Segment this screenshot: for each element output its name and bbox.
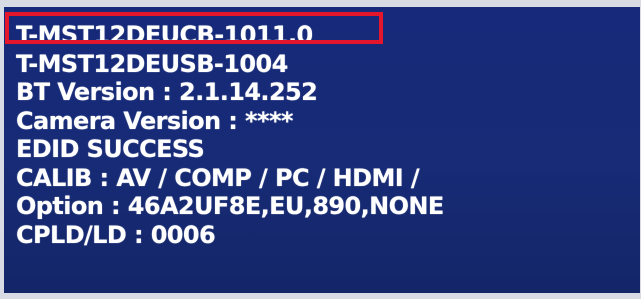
option-code: Option : 46A2UF8E,EU,890,NONE [16,192,444,220]
camera-version: Camera Version : **** [16,106,293,135]
highlight-box [5,12,383,44]
edid-status: EDID SUCCESS [16,135,205,163]
service-info-screen: T-MST12DEUCB-1011.0 T-MST12DEUSB-1004 BT… [4,7,640,293]
firmware-info-list: T-MST12DEUCB-1011.0 T-MST12DEUSB-1004 BT… [16,21,444,249]
calib-status: CALIB : AV / COMP / PC / HDMI / [16,163,420,192]
bt-version: BT Version : 2.1.14.252 [16,78,318,106]
photo-frame: T-MST12DEUCB-1011.0 T-MST12DEUSB-1004 BT… [0,0,641,299]
sub-firmware-version: T-MST12DEUSB-1004 [16,49,288,78]
cpld-ld-version: CPLD/LD : 0006 [16,220,216,249]
